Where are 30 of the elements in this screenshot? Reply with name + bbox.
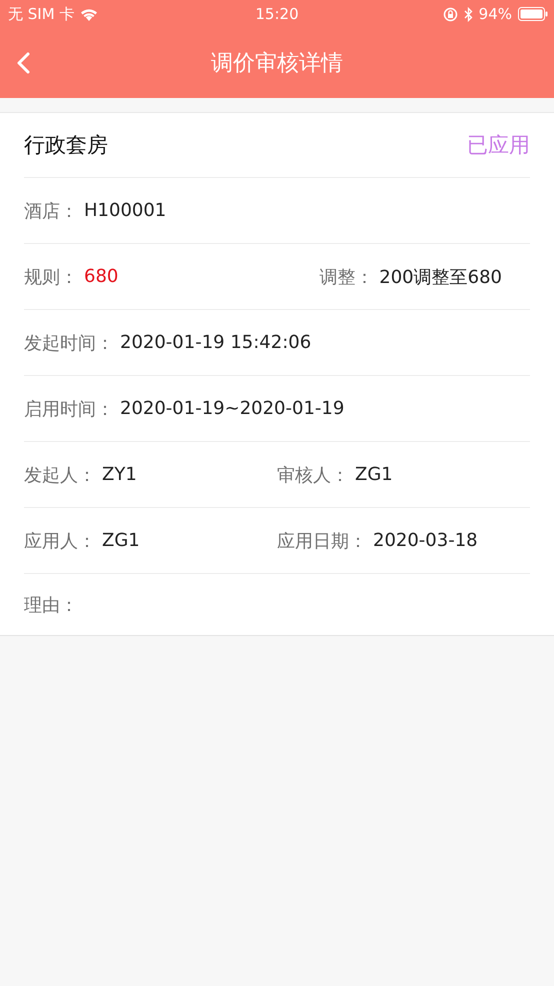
field-label: 调整： (319, 266, 374, 288)
wifi-icon (80, 8, 98, 20)
room-type-title: 行政套房 (24, 132, 108, 159)
field-value: ZY1 (102, 464, 137, 485)
field-label: 应用日期： (277, 530, 367, 552)
battery-text: 94% (478, 5, 512, 23)
field-label: 启用时间： (24, 398, 114, 420)
field-value: H100001 (84, 200, 166, 221)
field-value: ZG1 (102, 530, 140, 551)
lock-rotation-icon (442, 6, 458, 22)
field-label: 应用人： (24, 530, 96, 552)
field-label: 发起时间： (24, 332, 114, 354)
status-text: 已应用 (467, 132, 530, 159)
field-label: 理由： (24, 594, 78, 616)
page-title: 调价审核详情 (211, 50, 343, 78)
clock-text: 15:20 (255, 5, 299, 23)
field-label: 审核人： (277, 464, 349, 486)
field-value: 680 (84, 266, 118, 287)
field-value: ZG1 (355, 464, 393, 485)
bluetooth-icon (464, 6, 473, 22)
field-label: 规则： (24, 266, 78, 288)
carrier-text: 无 SIM 卡 (8, 4, 74, 24)
battery-icon (518, 7, 548, 21)
field-value: 2020-01-19~2020-01-19 (120, 398, 344, 419)
field-value: 2020-03-18 (373, 530, 478, 551)
field-label: 发起人： (24, 464, 96, 486)
field-label: 酒店： (24, 200, 78, 222)
chevron-left-icon (16, 52, 30, 74)
field-value: 200调整至680 (379, 266, 502, 288)
field-value: 2020-01-19 15:42:06 (120, 332, 312, 353)
